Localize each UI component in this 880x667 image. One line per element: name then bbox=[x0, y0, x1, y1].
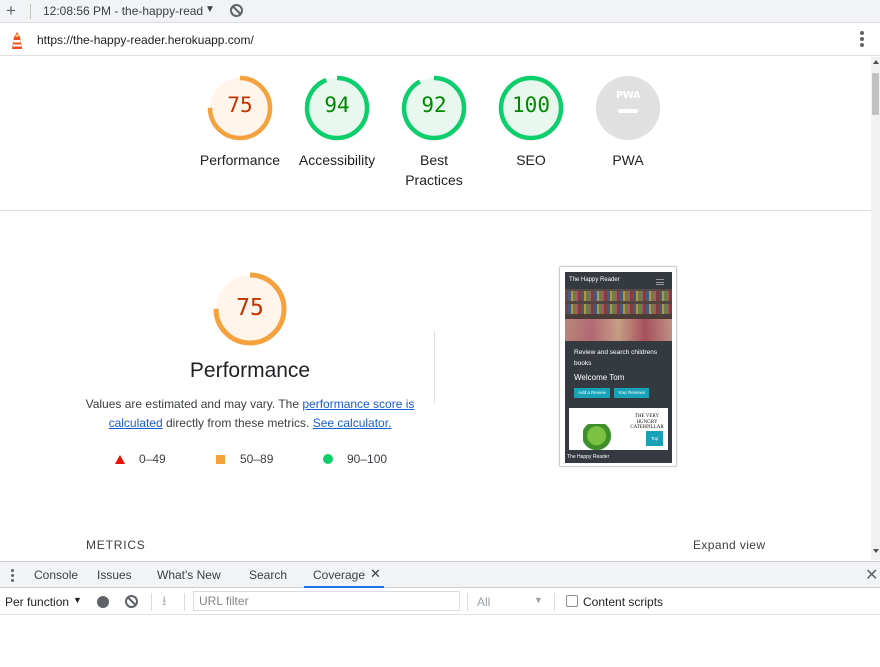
url-filter-input[interactable] bbox=[193, 591, 460, 611]
performance-description: Values are estimated and may vary. The p… bbox=[85, 397, 415, 430]
download-icon[interactable]: ⭳ bbox=[162, 594, 174, 608]
caterpillar-illustration-icon bbox=[583, 424, 617, 450]
gauge-score: 75 bbox=[227, 93, 253, 117]
report-dropdown-caret-icon[interactable]: ▼ bbox=[205, 4, 215, 15]
performance-score: 75 bbox=[236, 295, 264, 321]
devtools-title-bar: + 12:08:56 PM - the-happy-read ▼ bbox=[0, 0, 880, 23]
content-scripts-checkbox[interactable] bbox=[566, 595, 578, 607]
pwa-icon: PWA bbox=[596, 76, 660, 140]
separator bbox=[30, 4, 31, 19]
gauge-score: 100 bbox=[512, 93, 550, 117]
gauge-seo[interactable]: 100 bbox=[498, 75, 564, 141]
close-tab-icon[interactable]: ✕ bbox=[370, 566, 381, 582]
lighthouse-icon bbox=[12, 32, 22, 49]
legend-range-fail: 0–49 bbox=[139, 452, 166, 466]
svg-text:PWA: PWA bbox=[616, 90, 641, 101]
gauge-score: 94 bbox=[324, 93, 350, 117]
more-options-icon[interactable] bbox=[858, 31, 866, 49]
section-divider bbox=[0, 210, 871, 211]
content-scripts-label[interactable]: Content scripts bbox=[583, 595, 663, 609]
preview-welcome: Welcome Tom bbox=[574, 373, 625, 382]
final-screenshot[interactable]: The Happy Reader Review and search child… bbox=[559, 266, 677, 467]
preview-headline: Review and search childrens books bbox=[574, 349, 658, 367]
preview-your-reviews-button: Your Reviews bbox=[614, 388, 649, 398]
devtools-drawer-tabs: Console Issues What's New Search Coverag… bbox=[0, 561, 880, 588]
gauge-label-best-practices[interactable]: Best Practices bbox=[394, 150, 474, 190]
performance-score-gauge: 75 bbox=[212, 271, 288, 347]
circle-icon bbox=[323, 454, 333, 464]
preview-add-review-button: Add a Review bbox=[574, 388, 610, 398]
preview-brand: The Happy Reader bbox=[569, 277, 620, 283]
clear-icon[interactable] bbox=[125, 595, 138, 608]
coverage-toolbar: Per function ▼ ⭳ All ▼ Content scripts bbox=[0, 589, 880, 615]
record-icon[interactable] bbox=[97, 596, 109, 608]
clear-block-icon[interactable] bbox=[230, 4, 243, 17]
scroll-up-arrow-icon[interactable] bbox=[873, 60, 879, 64]
vertical-separator bbox=[434, 331, 435, 403]
new-tab-plus-icon[interactable]: + bbox=[6, 1, 16, 21]
gauge-label-pwa[interactable]: PWA bbox=[573, 150, 683, 170]
legend-range-pass: 90–100 bbox=[347, 452, 388, 466]
report-scrollbar[interactable] bbox=[871, 57, 880, 560]
toolbar-separator bbox=[554, 593, 555, 611]
preview-book-title: THE VERY HUNGRY CATERPILLAR bbox=[630, 414, 664, 430]
gauge-label-performance[interactable]: Performance bbox=[185, 150, 295, 170]
coverage-mode-select[interactable]: Per function bbox=[5, 595, 69, 609]
toolbar-separator bbox=[184, 593, 185, 611]
preview-top-tag: Top bbox=[646, 431, 663, 446]
see-calculator-link[interactable]: See calculator. bbox=[313, 416, 392, 430]
report-timestamp[interactable]: 12:08:56 PM - the-happy-read bbox=[43, 4, 203, 18]
phone-preview: The Happy Reader Review and search child… bbox=[565, 272, 672, 463]
drawer-menu-icon[interactable] bbox=[11, 569, 15, 584]
toolbar-separator bbox=[467, 593, 468, 611]
gauge-pwa[interactable]: PWA bbox=[595, 75, 661, 141]
hero-image bbox=[565, 289, 672, 341]
chevron-down-icon[interactable]: ▼ bbox=[534, 595, 543, 605]
scrollbar-thumb[interactable] bbox=[872, 73, 879, 115]
square-icon bbox=[216, 455, 225, 464]
close-drawer-icon[interactable]: ✕ bbox=[865, 565, 878, 585]
hamburger-menu-icon bbox=[656, 279, 664, 285]
performance-title: Performance bbox=[189, 359, 311, 382]
expand-view-toggle[interactable]: Expand view bbox=[693, 538, 765, 552]
audited-url[interactable]: https://the-happy-reader.herokuapp.com/ bbox=[37, 33, 254, 47]
type-filter-select[interactable]: All bbox=[477, 595, 490, 609]
tab-coverage[interactable]: Coverage bbox=[313, 568, 365, 582]
preview-book-card: THE VERY HUNGRY CATERPILLAR Top bbox=[569, 408, 668, 450]
gauge-label-accessibility[interactable]: Accessibility bbox=[282, 150, 392, 170]
gauge-score: 92 bbox=[421, 93, 447, 117]
tab-console[interactable]: Console bbox=[34, 568, 78, 582]
preview-footer: The Happy Reader bbox=[567, 454, 610, 460]
legend-range-average: 50–89 bbox=[240, 452, 274, 466]
tab-issues[interactable]: Issues bbox=[97, 568, 132, 582]
report-url-bar: https://the-happy-reader.herokuapp.com/ bbox=[0, 24, 880, 56]
tab-whats-new[interactable]: What's New bbox=[157, 568, 221, 582]
gauge-label-seo[interactable]: SEO bbox=[476, 150, 586, 170]
gauge-best-practices[interactable]: 92 bbox=[401, 75, 467, 141]
gauge-performance[interactable]: 75 bbox=[207, 75, 273, 141]
metrics-heading: METRICS bbox=[86, 538, 146, 552]
toolbar-separator bbox=[151, 593, 152, 611]
gauge-accessibility[interactable]: 94 bbox=[304, 75, 370, 141]
scroll-down-arrow-icon[interactable] bbox=[873, 549, 879, 553]
active-tab-indicator bbox=[304, 586, 384, 588]
triangle-icon bbox=[115, 455, 125, 464]
tab-search[interactable]: Search bbox=[249, 568, 287, 582]
chevron-down-icon[interactable]: ▼ bbox=[73, 595, 82, 605]
